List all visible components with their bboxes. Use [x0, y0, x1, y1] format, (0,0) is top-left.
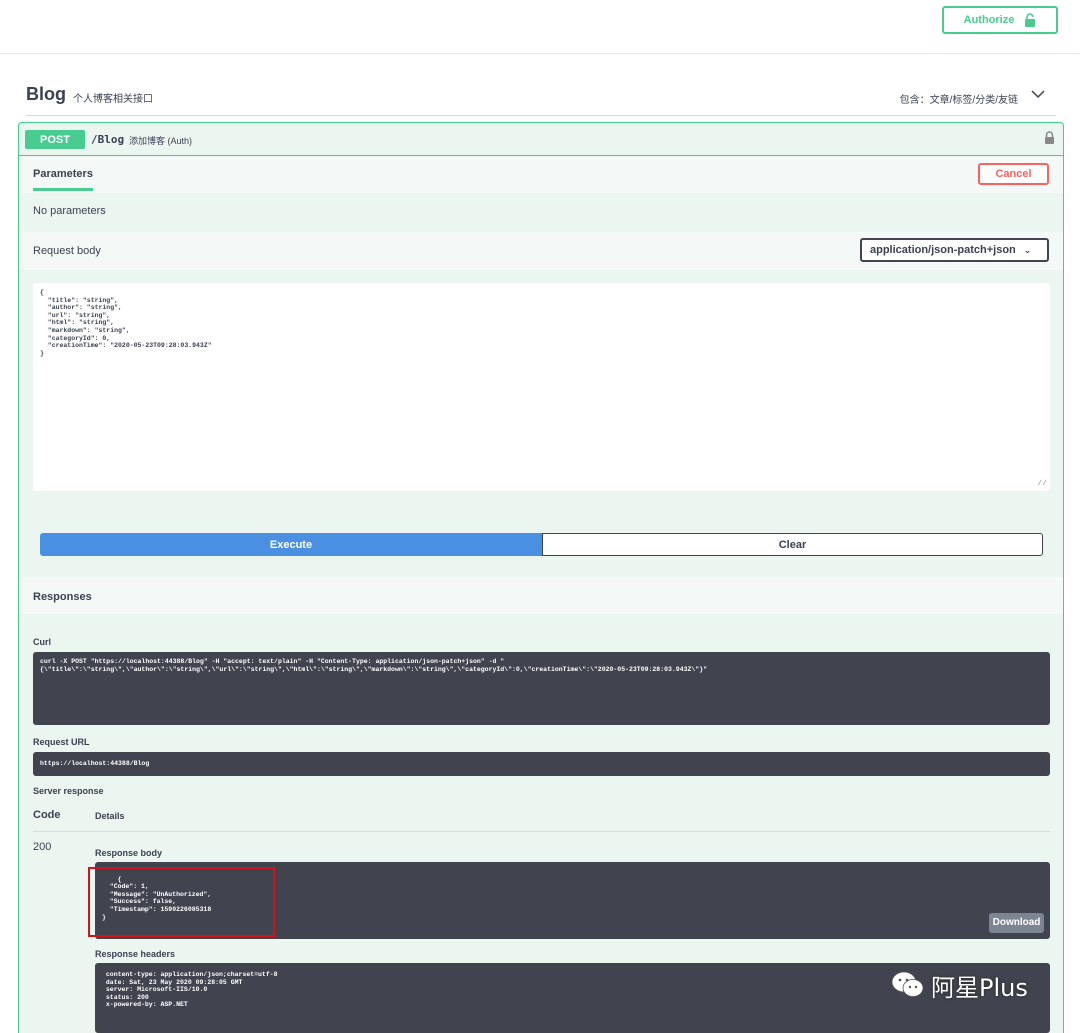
tag-header[interactable]: Blog 个人博客相关接口 包含：文章/标签/分类/友链 — [26, 80, 1056, 116]
download-button[interactable]: Download — [989, 913, 1044, 933]
tab-parameters[interactable]: Parameters — [33, 168, 93, 191]
unlock-icon — [1025, 13, 1036, 27]
tag-name: Blog — [26, 84, 66, 104]
content-type-select[interactable]: application/json-patch+json ⌄ — [860, 238, 1049, 262]
no-parameters-text: No parameters — [33, 205, 106, 217]
response-body-text: { "Code": 1, "Message": "UnAuthorized", … — [102, 875, 212, 921]
curl-command[interactable]: curl -X POST "https://localhost:44388/Bl… — [33, 652, 1050, 725]
request-body-editor[interactable]: { "title": "string", "author": "string",… — [33, 283, 1050, 491]
watermark: 阿星Plus — [891, 968, 1028, 1002]
authorize-button[interactable]: Authorize — [942, 6, 1058, 34]
request-body-label: Request body — [33, 245, 101, 257]
tag-extra-description: 包含：文章/标签/分类/友链 — [899, 95, 1018, 106]
tag-description: 个人博客相关接口 — [73, 94, 153, 105]
response-body-label: Response body — [95, 848, 163, 858]
clear-button[interactable]: Clear — [542, 533, 1043, 556]
server-response-label: Server response — [33, 786, 104, 796]
execute-wrapper: Execute Clear — [40, 533, 1043, 556]
response-body[interactable]: { "Code": 1, "Message": "UnAuthorized", … — [95, 862, 1050, 939]
content-type-value: application/json-patch+json — [870, 244, 1016, 256]
http-method-badge: POST — [25, 130, 85, 149]
details-column-header: Details — [95, 811, 125, 821]
operation-block: POST /Blog 添加博客 (Auth) Parameters Cancel… — [18, 122, 1064, 1033]
request-body-text: { "title": "string", "author": "string",… — [40, 289, 212, 357]
resize-handle-icon[interactable]: ∕∕ — [1037, 480, 1047, 488]
operation-path: /Blog — [91, 133, 125, 146]
lock-icon[interactable] — [1044, 131, 1055, 144]
wechat-icon — [891, 971, 924, 997]
operation-description: 添加博客 (Auth) — [129, 136, 193, 146]
divider — [33, 831, 1050, 832]
authorize-label: Authorize — [963, 14, 1015, 26]
cancel-button[interactable]: Cancel — [978, 163, 1049, 185]
parameters-header: Parameters Cancel — [19, 157, 1063, 193]
request-url-value[interactable]: https://localhost:44388/Blog — [33, 752, 1050, 776]
code-column-header: Code — [33, 809, 61, 821]
responses-header: Responses — [19, 577, 1063, 614]
operation-summary[interactable]: POST /Blog 添加博客 (Auth) — [19, 123, 1063, 156]
chevron-down-icon: ⌄ — [1023, 244, 1032, 255]
chevron-down-icon[interactable] — [1030, 88, 1046, 100]
request-url-label: Request URL — [33, 737, 90, 747]
request-body-header: Request body application/json-patch+json… — [19, 232, 1063, 270]
responses-title: Responses — [33, 591, 92, 603]
response-headers-label: Response headers — [95, 949, 176, 959]
watermark-text: 阿星Plus — [931, 973, 1028, 1002]
top-bar: Authorize — [0, 0, 1080, 54]
execute-button[interactable]: Execute — [40, 533, 542, 556]
status-code: 200 — [33, 841, 52, 853]
curl-label: Curl — [33, 637, 51, 647]
